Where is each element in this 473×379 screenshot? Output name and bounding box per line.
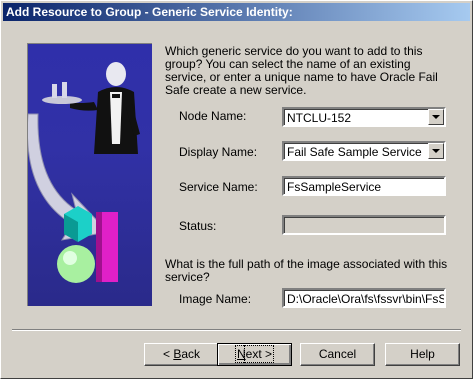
image-name-label: Image Name: [179,292,252,306]
image-name-input[interactable]: D:\Oracle\Ora\fs\fssvr\bin\FsSan [282,288,446,308]
display-name-value: Fail Safe Sample Service [287,145,422,159]
back-button[interactable]: < Back [144,343,219,366]
wizard-dialog: Add Resource to Group - Generic Service … [0,0,473,379]
display-name-combobox[interactable]: Fail Safe Sample Service [282,141,446,161]
title-bar: Add Resource to Group - Generic Service … [3,3,470,21]
button-separator [12,329,461,331]
image-path-question: What is the full path of the image assoc… [165,257,448,284]
back-label-rest: ack [181,347,201,361]
node-name-combobox[interactable]: NTCLU-152 [282,107,446,127]
node-name-label: Node Name: [179,109,247,123]
chevron-down-icon[interactable] [428,109,444,125]
node-name-value: NTCLU-152 [287,111,352,125]
chevron-down-icon[interactable] [428,143,444,159]
back-prefix: < [162,347,174,361]
intro-text: Which generic service do you want to add… [165,44,438,97]
wizard-illustration [26,43,152,306]
next-mnemonic: N [236,347,246,361]
display-name-label: Display Name: [179,145,258,159]
help-button[interactable]: Help [385,343,460,366]
service-name-input[interactable]: FsSampleService [282,176,446,196]
next-button[interactable]: Next > [217,343,292,366]
status-field [282,215,446,235]
cancel-button[interactable]: Cancel [300,343,375,366]
service-name-label: Service Name: [179,180,258,194]
next-label-rest: ext > [243,345,275,363]
status-label: Status: [179,219,217,233]
waiter-serving-shapes-illustration [26,62,140,283]
